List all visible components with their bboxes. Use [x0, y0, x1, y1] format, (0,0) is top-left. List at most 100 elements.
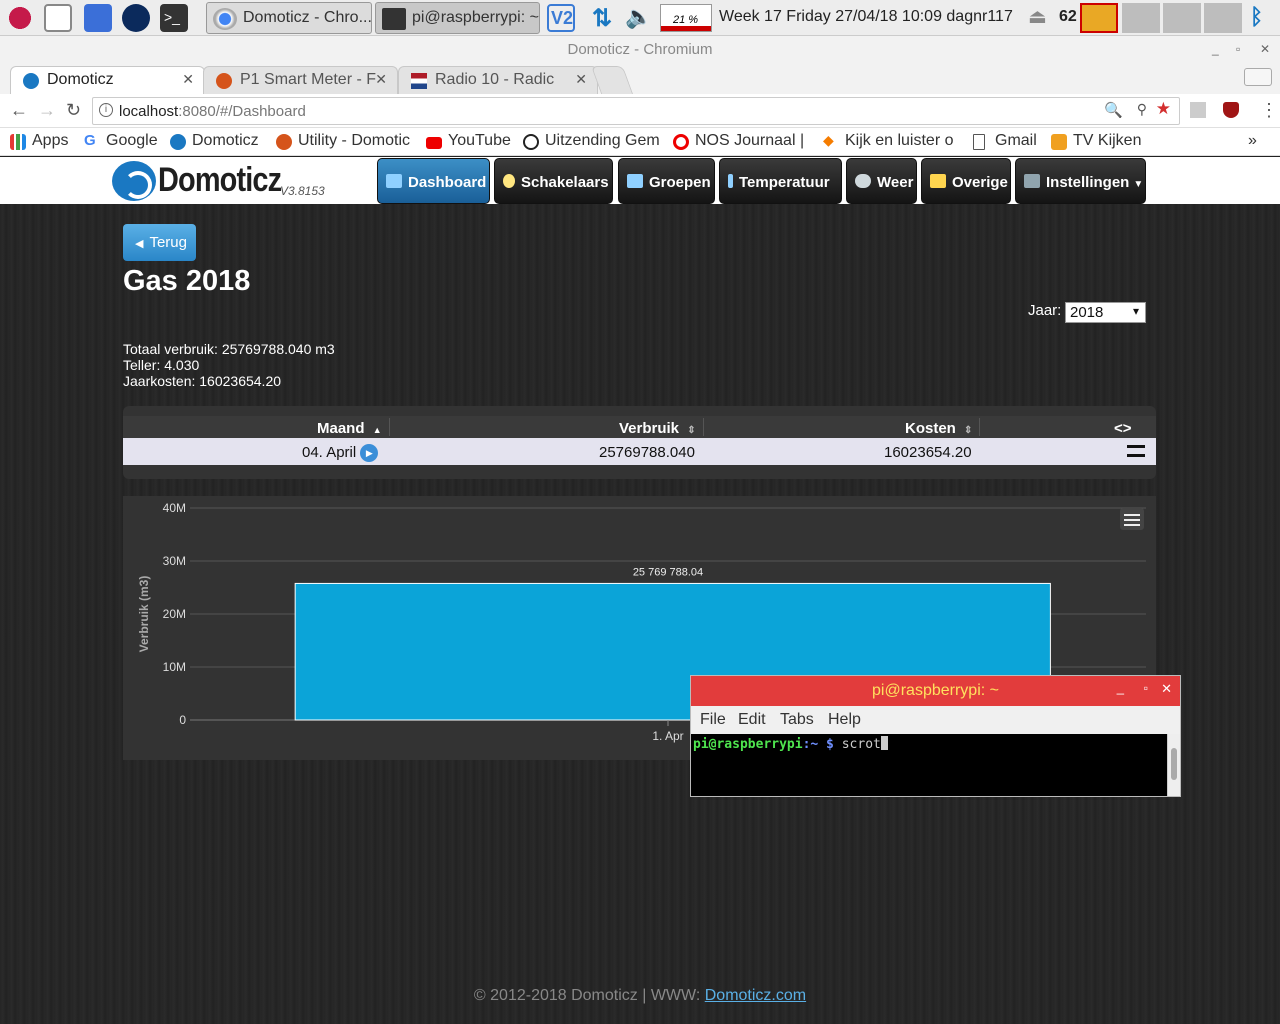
bookmark-nos[interactable]: NOS Journaal | [673, 132, 804, 150]
google-icon: G [84, 132, 96, 149]
media-center-icon[interactable] [122, 4, 150, 32]
volume-icon[interactable]: 🔈 [625, 4, 653, 32]
info-icon: i [99, 103, 113, 117]
y-tick-label: 0 [179, 713, 186, 727]
back-arrow-icon[interactable]: ← [10, 100, 28, 121]
close-tab-icon[interactable]: ✕ [182, 71, 194, 88]
menu-file[interactable]: File [700, 711, 726, 729]
terminal-scrollbar[interactable] [1167, 734, 1180, 796]
bookmark-google[interactable]: G Google [84, 132, 158, 150]
taskbar-task-terminal[interactable]: pi@raspberrypi: ~ [375, 2, 540, 34]
bookmark-kijk[interactable]: ◆ Kijk en luister o [823, 132, 954, 150]
col-verbruik[interactable]: Verbruik ⇕ [619, 420, 696, 437]
nav-temperatuur[interactable]: Temperatuur [719, 158, 842, 204]
taskbar-task-chromium[interactable]: Domoticz - Chro... [206, 2, 372, 34]
bookmark-star-icon[interactable]: ★ [1156, 99, 1171, 119]
bluetooth-icon[interactable]: ᛒ [1250, 4, 1278, 32]
nav-groepen[interactable]: Groepen [618, 158, 715, 204]
nav-overige[interactable]: Overige [921, 158, 1011, 204]
address-bar[interactable]: i localhost:8080/#/Dashboard 🔍 ⚲ ★ [92, 97, 1180, 125]
terminal-titlebar[interactable]: pi@raspberrypi: ~ _ ▫ ✕ [691, 676, 1180, 706]
menu-edit[interactable]: Edit [738, 711, 766, 729]
col-maand[interactable]: Maand ▲ [317, 420, 382, 437]
tab-strip: Domoticz ✕ P1 Smart Meter - F ✕ Radio 10 -… [0, 64, 1280, 94]
youtube-icon [426, 137, 442, 149]
tab-radio-10[interactable]: Radio 10 - Radic ✕ [398, 66, 598, 94]
nav-dashboard[interactable]: Dashboard [377, 158, 490, 204]
equals-icon[interactable] [1127, 445, 1145, 457]
reload-icon[interactable]: ↻ [66, 100, 81, 121]
year-label: Jaar: [1028, 302, 1062, 319]
tray-slot-2[interactable] [1163, 3, 1201, 33]
cpu-value: 21 % [673, 14, 699, 26]
bookmark-utility[interactable]: Utility - Domotic [276, 132, 410, 150]
bookmark-uitzending[interactable]: Uitzending Gem [523, 132, 660, 150]
forward-arrow-icon[interactable]: → [38, 100, 56, 121]
chart-menu-icon[interactable] [1120, 508, 1144, 530]
monitor-icon [386, 174, 402, 188]
domoticz-favicon [23, 73, 39, 89]
bookmark-youtube[interactable]: YouTube [426, 132, 511, 150]
ublock-icon[interactable] [1223, 102, 1239, 118]
terminal-output[interactable]: pi@raspberrypi:~ $ scrot [691, 734, 1167, 796]
eject-icon[interactable]: ⏏ [1028, 4, 1056, 32]
domoticz-logo-icon[interactable] [112, 161, 156, 201]
prompt-path: :~ $ [802, 737, 842, 752]
calculator-icon[interactable] [84, 4, 112, 32]
network-arrows-icon[interactable]: ⇅ [588, 4, 616, 32]
window-title: Domoticz - Chromium [0, 36, 1280, 64]
terminal-minimize-button[interactable]: _ [1117, 680, 1124, 695]
maximize-button[interactable]: ▫ [1236, 42, 1240, 56]
sort-icon: ⇕ [964, 425, 973, 436]
taskbar: >_ Domoticz - Chro... pi@raspberrypi: ~ … [0, 0, 1280, 36]
close-tab-icon[interactable]: ✕ [575, 71, 587, 88]
raspberry-menu-icon[interactable] [6, 4, 34, 32]
url-path: :8080/#/Dashboard [178, 103, 306, 120]
terminal-close-button[interactable]: ✕ [1161, 681, 1172, 697]
nav-weer[interactable]: Weer [846, 158, 917, 204]
terminal-window: pi@raspberrypi: ~ _ ▫ ✕ File Edit Tabs H… [690, 675, 1181, 797]
footer-link[interactable]: Domoticz.com [705, 987, 806, 1004]
chrome-tray-icon[interactable] [1080, 3, 1118, 33]
tray-slot-3[interactable] [1204, 3, 1242, 33]
bookmarks-overflow-icon[interactable]: » [1248, 132, 1257, 150]
minimize-button[interactable]: _ [1212, 42, 1219, 56]
nav-schakelaars[interactable]: Schakelaars [494, 158, 613, 204]
chrome-menu-icon[interactable]: ⋮ [1260, 100, 1278, 121]
y-tick-label: 10M [163, 660, 186, 674]
cell-verbruik: 25769788.040 [599, 444, 695, 461]
bookmark-gmail[interactable]: Gmail [973, 132, 1037, 150]
terminal-maximize-button[interactable]: ▫ [1144, 681, 1148, 695]
counter: Teller: 4.030 [123, 357, 200, 373]
tray-slot-1[interactable] [1122, 3, 1160, 33]
zoom-icon[interactable]: 🔍 [1104, 101, 1123, 119]
y-tick-label: 20M [163, 607, 186, 621]
expand-circle-icon[interactable]: ▶ [360, 444, 379, 462]
flag-favicon [411, 73, 427, 89]
y-tick-label: 40M [163, 501, 186, 515]
tab-domoticz[interactable]: Domoticz ✕ [10, 66, 205, 94]
table-row[interactable]: 04. April ▶ 25769788.040 16023654.20 [123, 438, 1156, 465]
col-details[interactable]: <> [1114, 420, 1132, 437]
nav-instellingen[interactable]: Instellingen ▼ [1015, 158, 1146, 204]
bookmark-domoticz[interactable]: Domoticz [170, 132, 259, 150]
col-kosten[interactable]: Kosten ⇕ [905, 420, 972, 437]
extension-icon[interactable] [1190, 102, 1206, 118]
bookmark-apps[interactable]: Apps [10, 132, 68, 150]
profile-icon[interactable] [1244, 68, 1272, 86]
tab-p1-smart-meter[interactable]: P1 Smart Meter - F ✕ [203, 66, 398, 94]
close-window-button[interactable]: ✕ [1260, 42, 1270, 56]
menu-help[interactable]: Help [828, 711, 861, 729]
vnc-icon[interactable]: V2 [547, 4, 575, 32]
scroll-thumb[interactable] [1171, 748, 1177, 780]
close-tab-icon[interactable]: ✕ [375, 71, 387, 88]
back-button[interactable]: ◀ Terug [123, 224, 196, 261]
document-icon [973, 134, 985, 150]
chevron-down-icon: ▼ [1133, 179, 1144, 190]
bookmark-tv-kijken[interactable]: TV Kijken [1051, 132, 1141, 150]
file-manager-icon[interactable] [44, 4, 72, 32]
year-select[interactable]: 2018 [1065, 302, 1146, 323]
pin-icon[interactable]: ⚲ [1137, 101, 1147, 118]
terminal-launcher-icon[interactable]: >_ [160, 4, 188, 32]
menu-tabs[interactable]: Tabs [780, 711, 814, 729]
